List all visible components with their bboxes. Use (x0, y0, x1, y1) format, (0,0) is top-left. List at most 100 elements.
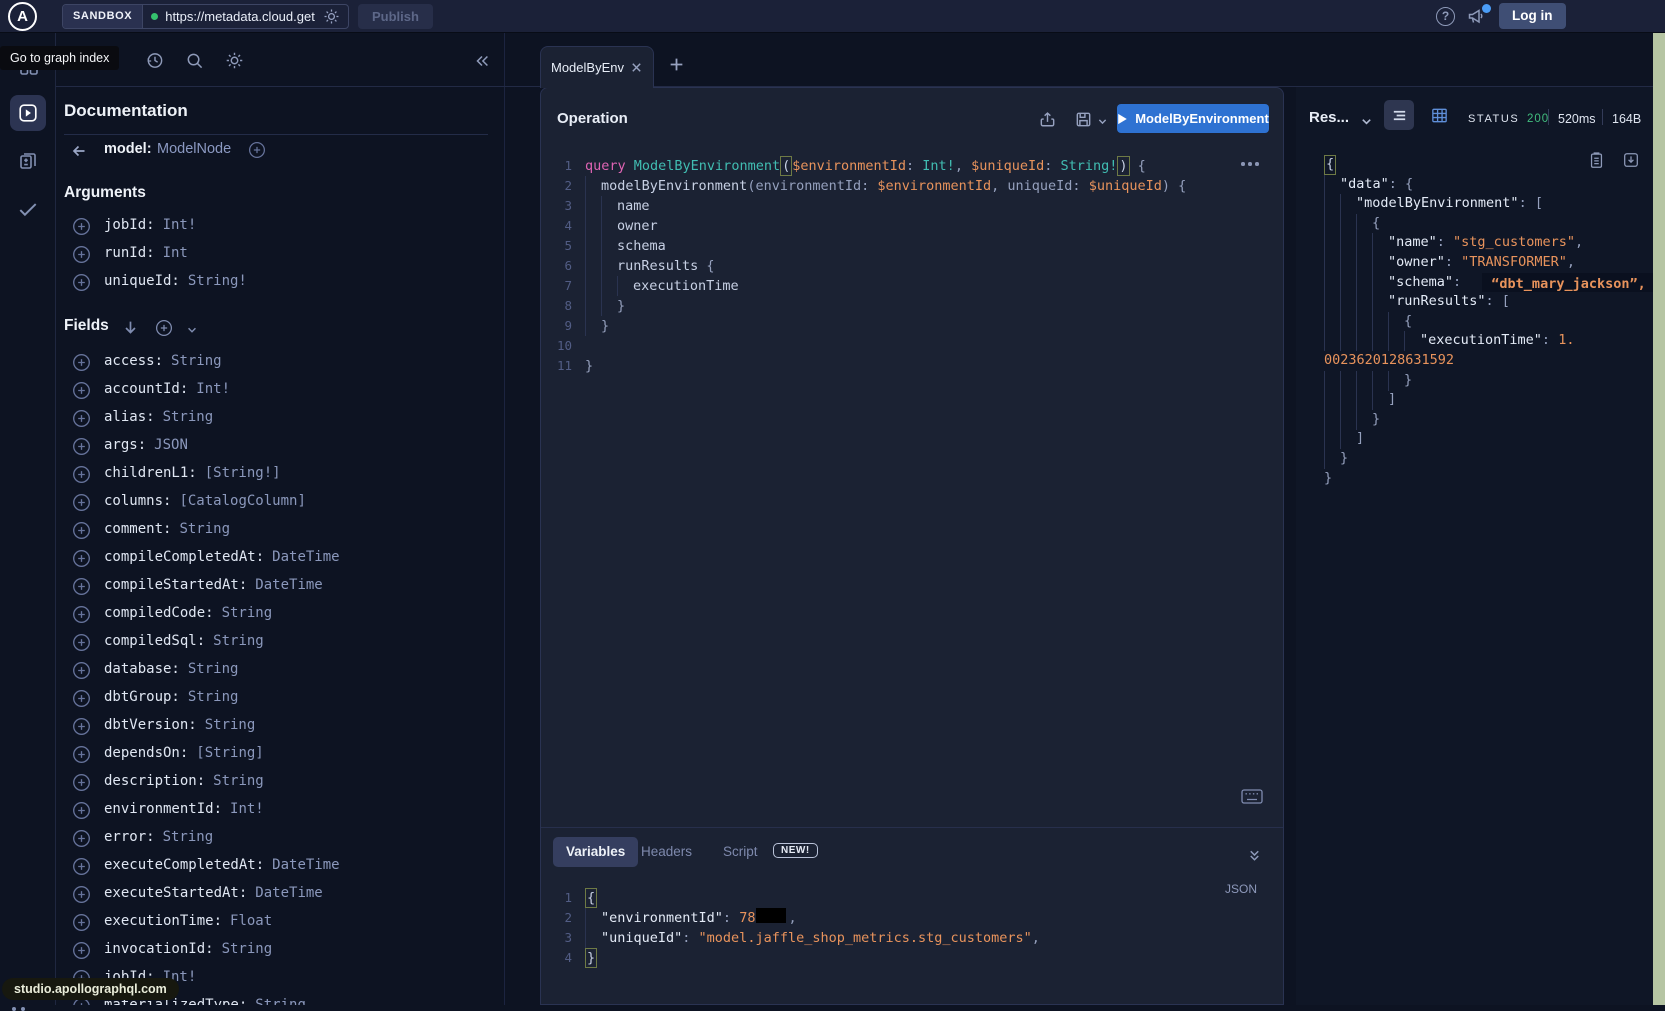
field-type[interactable]: Int! (163, 217, 197, 233)
response-list-view-button[interactable] (1384, 100, 1414, 130)
sidebar-item-schema[interactable] (16, 149, 40, 173)
field-row[interactable]: dbtVersion:String (56, 712, 504, 740)
field-type[interactable]: Int (163, 245, 188, 261)
field-type[interactable]: String (188, 689, 239, 705)
field-type[interactable]: [CatalogColumn] (179, 493, 305, 509)
field-type[interactable]: Int! (230, 801, 264, 817)
field-type[interactable]: String (255, 997, 306, 1005)
field-row[interactable]: comment:String (56, 516, 504, 544)
field-type[interactable]: String (213, 773, 264, 789)
add-field-icon[interactable] (72, 745, 91, 764)
field-row[interactable]: environmentId:Int! (56, 796, 504, 824)
add-all-fields-icon[interactable] (155, 319, 173, 337)
login-button[interactable]: Log in (1499, 3, 1566, 29)
add-field-icon[interactable] (248, 141, 266, 159)
field-row[interactable]: executeStartedAt:DateTime (56, 880, 504, 908)
add-field-icon[interactable] (72, 217, 91, 236)
back-arrow-icon[interactable] (70, 142, 88, 160)
endpoint-url[interactable]: https://metadata.cloud.get (165, 9, 316, 24)
argument-row[interactable]: uniqueId:String! (56, 268, 504, 296)
add-field-icon[interactable] (72, 409, 91, 428)
field-row[interactable]: access:String (56, 348, 504, 376)
publish-button[interactable]: Publish (358, 4, 433, 29)
add-field-icon[interactable] (72, 633, 91, 652)
collapse-variables-icon[interactable] (1247, 848, 1262, 863)
breadcrumb-type[interactable]: ModelNode (157, 141, 231, 157)
save-icon[interactable] (1074, 110, 1093, 129)
settings-gear-icon[interactable] (225, 51, 244, 70)
tab-script[interactable]: Script (723, 837, 758, 867)
add-field-icon[interactable] (72, 661, 91, 680)
add-field-icon[interactable] (72, 577, 91, 596)
field-row[interactable]: executeCompletedAt:DateTime (56, 852, 504, 880)
add-field-icon[interactable] (72, 829, 91, 848)
field-row[interactable]: executionTime:Float (56, 908, 504, 936)
add-field-icon[interactable] (72, 773, 91, 792)
rail-more-icon[interactable] (12, 1007, 25, 1011)
help-icon[interactable]: ? (1436, 7, 1455, 26)
field-type[interactable]: Int! (196, 381, 230, 397)
sidebar-item-checks[interactable] (17, 198, 39, 220)
field-type[interactable]: [String!] (205, 465, 281, 481)
field-type[interactable]: DateTime (272, 857, 339, 873)
save-menu-chevron-icon[interactable] (1097, 116, 1108, 127)
add-field-icon[interactable] (72, 493, 91, 512)
field-type[interactable]: String (205, 717, 256, 733)
argument-row[interactable]: runId:Int (56, 240, 504, 268)
field-row[interactable]: invocationId:String (56, 936, 504, 964)
field-row[interactable]: compileStartedAt:DateTime (56, 572, 504, 600)
add-field-icon[interactable] (72, 801, 91, 820)
add-field-icon[interactable] (72, 885, 91, 904)
field-type[interactable]: DateTime (272, 549, 339, 565)
field-row[interactable]: database:String (56, 656, 504, 684)
add-field-icon[interactable] (72, 521, 91, 540)
field-type[interactable]: String (163, 829, 214, 845)
field-row[interactable]: accountId:Int! (56, 376, 504, 404)
run-operation-button[interactable]: ModelByEnvironment (1117, 104, 1269, 133)
tab-variables[interactable]: Variables (553, 837, 638, 867)
add-field-icon[interactable] (72, 857, 91, 876)
add-field-icon[interactable] (72, 717, 91, 736)
field-type[interactable]: String (171, 353, 222, 369)
field-type[interactable]: String (222, 605, 273, 621)
variables-editor[interactable]: 1{2"environmentId": 78,3"uniqueId": "mod… (541, 888, 1283, 968)
field-row[interactable]: dbtGroup:String (56, 684, 504, 712)
field-type[interactable]: DateTime (255, 885, 322, 901)
keyboard-shortcuts-icon[interactable] (1241, 789, 1263, 804)
close-tab-icon[interactable] (630, 61, 643, 74)
field-type[interactable]: String (222, 941, 273, 957)
history-icon[interactable] (145, 51, 164, 70)
search-icon[interactable] (185, 51, 204, 70)
field-type[interactable]: String (213, 633, 264, 649)
response-table-view-button[interactable] (1424, 100, 1454, 130)
add-field-icon[interactable] (72, 689, 91, 708)
field-row[interactable]: error:String (56, 824, 504, 852)
add-field-icon[interactable] (72, 353, 91, 372)
add-field-icon[interactable] (72, 605, 91, 624)
field-row[interactable]: args:JSON (56, 432, 504, 460)
field-row[interactable]: description:String (56, 768, 504, 796)
sidebar-item-explorer[interactable] (10, 95, 46, 131)
argument-row[interactable]: jobId:Int! (56, 212, 504, 240)
add-field-icon[interactable] (72, 245, 91, 264)
field-type[interactable]: [String] (196, 745, 263, 761)
field-row[interactable]: childrenL1:[String!] (56, 460, 504, 488)
add-field-icon[interactable] (72, 913, 91, 932)
field-type[interactable]: String (188, 661, 239, 677)
operation-editor[interactable]: 1query ModelByEnvironment($environmentId… (541, 156, 1283, 376)
add-field-icon[interactable] (72, 465, 91, 484)
tab-headers[interactable]: Headers (641, 837, 692, 867)
field-type[interactable]: String (163, 409, 214, 425)
share-icon[interactable] (1038, 110, 1057, 129)
endpoint-url-field[interactable]: https://metadata.cloud.get (143, 5, 348, 28)
field-row[interactable]: compileCompletedAt:DateTime (56, 544, 504, 572)
add-field-icon[interactable] (72, 941, 91, 960)
field-row[interactable]: dependsOn:[String] (56, 740, 504, 768)
add-field-icon[interactable] (72, 549, 91, 568)
field-type[interactable]: String (179, 521, 230, 537)
field-row[interactable]: compiledSql:String (56, 628, 504, 656)
field-type[interactable]: DateTime (255, 577, 322, 593)
tab-modelbyenvironment[interactable]: ModelByEnvi... (540, 46, 654, 88)
field-row[interactable]: columns:[CatalogColumn] (56, 488, 504, 516)
add-field-icon[interactable] (72, 437, 91, 456)
